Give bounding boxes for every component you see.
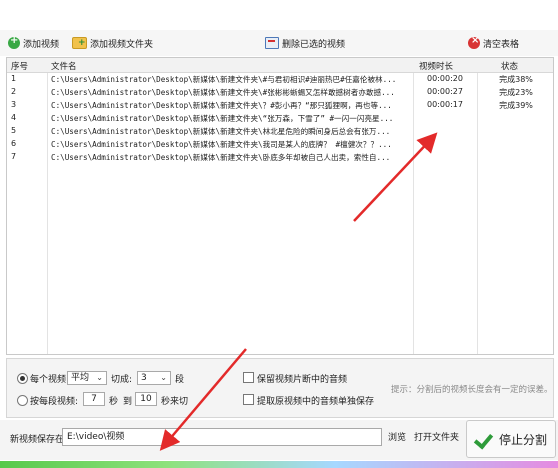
table-row[interactable]: 1 C:\Users\Administrator\Desktop\新媒体\新建文… [7,73,553,86]
browse-button[interactable]: 浏览 [388,430,406,443]
to-seconds-input[interactable]: 10 [135,392,157,406]
row-index: 1 [11,74,17,83]
row-filename: C:\Users\Administrator\Desktop\新媒体\新建文件夹… [51,88,395,97]
clear-icon [468,35,480,49]
toolbar: 添加视频 添加视频文件夹 删除已选的视频 清空表格 [0,30,558,56]
row-filename: C:\Users\Administrator\Desktop\新媒体\新建文件夹… [51,114,394,123]
table-row[interactable]: 7 C:\Users\Administrator\Desktop\新媒体\新建文… [7,151,553,164]
add-video-label: 添加视频 [23,39,60,50]
video-table[interactable]: 序号 文件名 视频时长 状态 1 C:\Users\Administrator\… [6,57,554,355]
bottom-color-bar [0,461,558,468]
save-path-input[interactable]: E:\video\视频 [62,428,382,446]
to-label: 到 [123,397,133,407]
segment-unit-label: 段 [175,375,185,385]
row-status: 完成23% [499,88,533,97]
mode-select[interactable]: 平均 ⌄ [67,371,107,385]
cut-count-value: 3 [141,373,147,383]
chevron-down-icon: ⌄ [96,373,103,382]
per-video-label: 每个视频 [30,375,67,385]
header-duration[interactable]: 视频时长 [419,60,453,72]
mode-select-value: 平均 [71,373,90,383]
row-duration: 00:00:27 [427,87,463,96]
extract-audio-checkbox[interactable] [243,394,254,405]
keep-audio-checkbox[interactable] [243,372,254,383]
by-each-radio[interactable] [17,395,28,406]
extract-audio-label: 提取原视频中的音频单独保存 [257,397,375,407]
chevron-down-icon: ⌄ [160,373,167,382]
row-index: 2 [11,87,17,96]
header-status[interactable]: 状态 [501,60,518,72]
row-filename: C:\Users\Administrator\Desktop\新媒体\新建文件夹… [51,140,392,149]
row-filename: C:\Users\Administrator\Desktop\新媒体\新建文件夹… [51,153,391,162]
row-status: 完成38% [499,75,533,84]
add-folder-button[interactable]: 添加视频文件夹 [72,35,153,51]
sec-label: 秒 [109,397,119,407]
delete-selected-label: 删除已选的视频 [282,39,346,50]
table-header: 序号 文件名 视频时长 状态 [7,58,553,73]
stop-split-label: 停止分割 [498,432,547,447]
open-folder-button[interactable]: 打开文件夹 [414,430,459,443]
table-row[interactable]: 5 C:\Users\Administrator\Desktop\新媒体\新建文… [7,125,553,138]
save-row: 新视频保存在: E:\video\视频 浏览 打开文件夹 停止分割 [0,420,558,460]
row-index: 6 [11,139,17,148]
clear-table-label: 清空表格 [483,39,520,50]
folder-add-icon [72,37,87,49]
row-filename: C:\Users\Administrator\Desktop\新媒体\新建文件夹… [51,101,392,110]
table-row[interactable]: 4 C:\Users\Administrator\Desktop\新媒体\新建文… [7,112,553,125]
header-filename[interactable]: 文件名 [51,60,77,72]
sec-cut-label: 秒来切 [161,397,189,407]
clear-table-button[interactable]: 清空表格 [468,35,519,51]
row-filename: C:\Users\Administrator\Desktop\新媒体\新建文件夹… [51,75,397,84]
row-index: 7 [11,152,17,161]
row-status: 完成39% [499,101,533,110]
row-duration: 00:00:20 [427,74,463,83]
delete-selected-button[interactable]: 删除已选的视频 [265,35,345,51]
split-options-panel: 每个视频 平均 ⌄ 切成: 3 ⌄ 段 按每段视频: 7 秒 到 10 秒来切 … [6,358,554,418]
row-index: 4 [11,113,17,122]
stop-split-button[interactable]: 停止分割 [466,420,556,458]
hint-text: 提示：分割后的视频长度会有一定的误差。 [391,385,553,395]
delete-icon [265,37,279,49]
table-row[interactable]: 3 C:\Users\Administrator\Desktop\新媒体\新建文… [7,99,553,112]
row-index: 5 [11,126,17,135]
header-index[interactable]: 序号 [11,60,28,72]
table-row[interactable]: 2 C:\Users\Administrator\Desktop\新媒体\新建文… [7,86,553,99]
table-row[interactable]: 6 C:\Users\Administrator\Desktop\新媒体\新建文… [7,138,553,151]
add-folder-label: 添加视频文件夹 [90,39,154,50]
save-location-label: 新视频保存在: [10,435,68,445]
by-each-label: 按每段视频: [30,397,79,407]
row-index: 3 [11,100,17,109]
cut-label: 切成: [111,375,133,385]
keep-audio-label: 保留视频片断中的音频 [257,375,348,385]
row-duration: 00:00:17 [427,100,463,109]
checkmark-icon [475,430,493,448]
from-seconds-input[interactable]: 7 [83,392,105,406]
cut-count-select[interactable]: 3 ⌄ [137,371,171,385]
add-video-button[interactable]: 添加视频 [8,35,59,51]
add-icon [8,35,20,49]
per-video-radio[interactable] [17,373,28,384]
row-filename: C:\Users\Administrator\Desktop\新媒体\新建文件夹… [51,127,391,136]
